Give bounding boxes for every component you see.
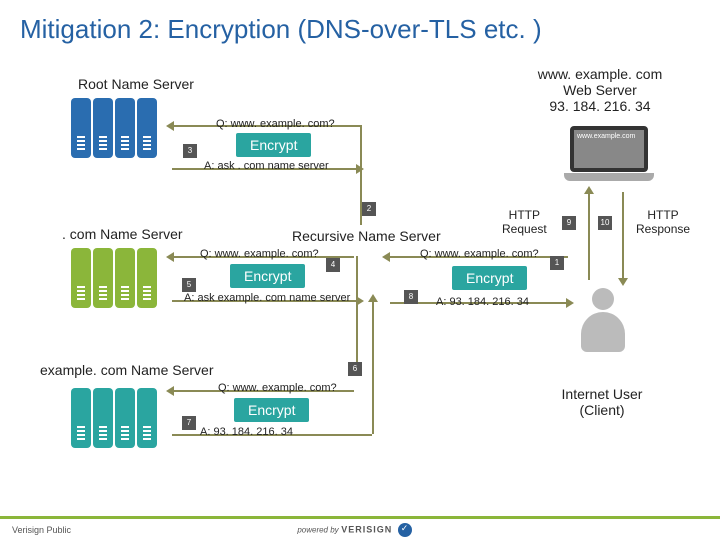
step-4: 4 xyxy=(326,258,340,272)
encrypt-com: Encrypt xyxy=(230,264,305,288)
client-line2: (Client) xyxy=(579,402,624,418)
user-icon xyxy=(578,288,628,358)
com-server-label: . com Name Server xyxy=(62,226,183,242)
step-1: 1 xyxy=(550,256,564,270)
example-server-icon xyxy=(70,388,166,448)
step-7: 7 xyxy=(182,416,196,430)
http-request-label: HTTP Request xyxy=(502,208,547,236)
root-server-label: Root Name Server xyxy=(78,76,194,92)
com-server-icon xyxy=(70,248,166,308)
web-line1: www. example. com xyxy=(538,66,662,82)
encrypt-example: Encrypt xyxy=(234,398,309,422)
verisign-check-icon xyxy=(398,523,412,537)
footer-center: powered by VERISIGN xyxy=(297,523,411,537)
query-client: Q: www. example. com? xyxy=(420,248,539,260)
answer-client: A: 93. 184. 216. 34 xyxy=(436,296,529,308)
root-server-icon xyxy=(70,98,166,158)
laptop-icon: www.example.com xyxy=(564,126,654,186)
step-9: 9 xyxy=(562,216,576,230)
step-6: 6 xyxy=(348,362,362,376)
footer: Verisign Public powered by VERISIGN xyxy=(0,516,720,540)
query-com: Q: www. example. com? xyxy=(200,248,319,260)
query-example: Q: www. example. com? xyxy=(218,382,337,394)
step-2: 2 xyxy=(362,202,376,216)
answer-com: A: ask example. com name server xyxy=(184,292,350,304)
step-10: 10 xyxy=(598,216,612,230)
step-3: 3 xyxy=(183,144,197,158)
example-server-label: example. com Name Server xyxy=(40,362,214,378)
web-line3: 93. 184. 216. 34 xyxy=(549,98,650,114)
encrypt-root: Encrypt xyxy=(236,133,311,157)
web-line2: Web Server xyxy=(563,82,637,98)
laptop-url: www.example.com xyxy=(574,130,644,168)
step-8: 8 xyxy=(404,290,418,304)
encrypt-client: Encrypt xyxy=(452,266,527,290)
answer-root: A: ask . com name server xyxy=(204,160,329,172)
http-response-label: HTTP Response xyxy=(636,208,690,236)
verisign-logo: VERISIGN xyxy=(341,524,392,534)
recursive-label: Recursive Name Server xyxy=(292,228,441,244)
query-root: Q: www. example. com? xyxy=(216,118,335,130)
client-line1: Internet User xyxy=(562,386,643,402)
step-5: 5 xyxy=(182,278,196,292)
answer-example: A: 93. 184. 216. 34 xyxy=(200,426,293,438)
client-label: Internet User (Client) xyxy=(532,386,672,418)
webserver-label: www. example. com Web Server 93. 184. 21… xyxy=(530,66,670,114)
slide-title: Mitigation 2: Encryption (DNS-over-TLS e… xyxy=(0,0,720,55)
footer-left: Verisign Public xyxy=(12,525,71,535)
